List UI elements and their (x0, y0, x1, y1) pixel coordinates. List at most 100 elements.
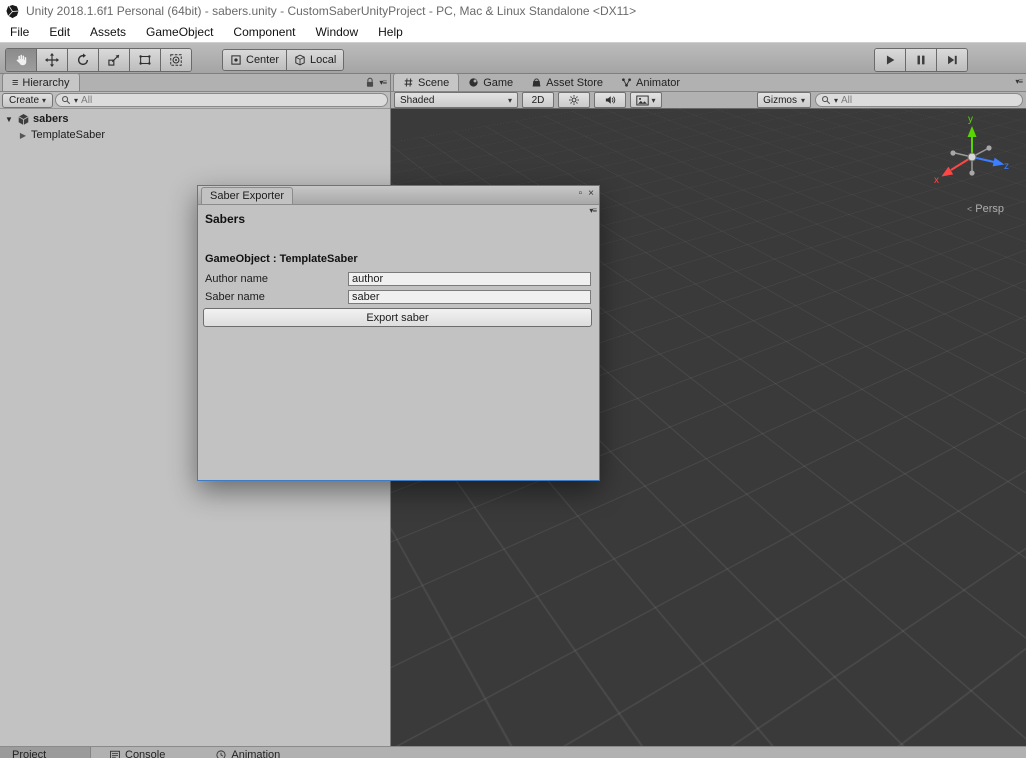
lock-icon[interactable] (365, 77, 375, 88)
menu-edit[interactable]: Edit (39, 22, 80, 42)
menu-assets[interactable]: Assets (80, 22, 136, 42)
effects-dropdown[interactable]: ▾ (630, 92, 662, 108)
game-tab-icon (468, 77, 479, 88)
scene-search-input[interactable]: ▾ All (815, 93, 1023, 107)
scene-name-label: sabers (33, 113, 68, 125)
axis-z-label: z (1004, 161, 1009, 172)
hierarchy-item-scene[interactable]: ▼ sabers (0, 111, 390, 127)
animator-tab[interactable]: Animator (612, 74, 689, 91)
move-tool-button[interactable] (37, 49, 68, 71)
console-icon (109, 749, 121, 758)
rect-icon (138, 53, 152, 67)
lighting-toggle-button[interactable] (558, 92, 590, 108)
scene-tab-icon (403, 77, 414, 88)
create-button-label: Create (9, 95, 39, 106)
panel-menu-icon[interactable]: ▾≡ (1015, 77, 1022, 86)
author-name-input[interactable] (348, 272, 591, 286)
pivot-center-button[interactable]: Center (223, 50, 287, 70)
menu-file[interactable]: File (0, 22, 39, 42)
window-close-button[interactable]: × (588, 188, 594, 199)
rect-tool-button[interactable] (130, 49, 161, 71)
transform-tool-button[interactable] (161, 49, 191, 71)
menu-help[interactable]: Help (368, 22, 413, 42)
orientation-gizmo[interactable]: y x z (924, 113, 1020, 197)
caret-down-icon: ▾ (834, 96, 838, 105)
projection-toggle[interactable]: < Persp (967, 203, 1004, 215)
hierarchy-item-templatesaber[interactable]: ▶ TemplateSaber (0, 127, 390, 143)
animation-tab-label: Animation (231, 749, 280, 758)
panel-menu-icon[interactable]: ▾≡ (379, 78, 386, 87)
axis-x-label: x (934, 175, 939, 186)
gizmo-y-axis[interactable] (968, 126, 977, 157)
bottom-tab-strip: Project Console Animation (0, 746, 1026, 758)
animation-tab[interactable]: Animation (203, 747, 292, 758)
sun-icon (568, 94, 580, 106)
scene-asset-icon (17, 113, 30, 126)
saber-exporter-titlebar[interactable]: Saber Exporter ▫ × (198, 186, 599, 205)
sabers-heading: Sabers (205, 212, 245, 226)
search-placeholder: All (81, 95, 92, 106)
caret-down-icon: ▾ (508, 96, 512, 105)
2d-toggle-button[interactable]: 2D (522, 92, 554, 108)
asset-store-tab[interactable]: Asset Store (522, 74, 612, 91)
console-tab-label: Console (125, 749, 165, 758)
hierarchy-search-input[interactable]: ▾ All (55, 93, 388, 107)
animator-tab-icon (621, 77, 632, 88)
foldout-closed-icon[interactable]: ▶ (18, 131, 28, 140)
2d-toggle-label: 2D (532, 95, 545, 106)
unity-logo-icon (5, 4, 20, 19)
saber-name-input[interactable] (348, 290, 591, 304)
search-placeholder: All (841, 95, 852, 106)
window-maximize-button[interactable]: ▫ (579, 188, 583, 199)
caret-down-icon: ▾ (74, 96, 78, 105)
caret-down-icon: ▾ (651, 96, 655, 105)
saber-exporter-tab[interactable]: Saber Exporter (201, 187, 293, 204)
gizmos-dropdown[interactable]: Gizmos ▾ (757, 92, 811, 108)
scene-tab[interactable]: Scene (393, 73, 459, 91)
hierarchy-tab-label: Hierarchy (22, 77, 69, 89)
pause-button[interactable] (906, 49, 937, 71)
local-cube-icon (294, 54, 306, 66)
export-saber-button[interactable]: Export saber (203, 308, 592, 327)
step-icon (945, 53, 959, 67)
console-tab[interactable]: Console (97, 747, 177, 758)
hierarchy-tabbar: ≡ Hierarchy ▾≡ (0, 74, 390, 92)
main-toolbar: Center Local (0, 42, 1026, 74)
search-icon (61, 95, 71, 105)
menu-gameobject[interactable]: GameObject (136, 22, 223, 42)
panel-menu-icon[interactable]: ▾≡ (589, 206, 596, 215)
shading-mode-dropdown[interactable]: Shaded ▾ (394, 92, 518, 108)
play-icon (883, 53, 897, 67)
scene-view-toolbar: Shaded ▾ 2D (391, 92, 1026, 109)
speaker-icon (604, 94, 616, 106)
effects-image-icon (636, 95, 649, 106)
menu-window[interactable]: Window (305, 22, 368, 42)
scale-tool-button[interactable] (99, 49, 130, 71)
unity-editor-window: Unity 2018.1.6f1 Personal (64bit) - sabe… (0, 0, 1026, 758)
hand-icon (14, 53, 28, 67)
gizmo-x-axis[interactable] (939, 157, 972, 180)
playmode-group (874, 48, 968, 72)
caret-down-icon: ▾ (801, 96, 805, 105)
foldout-open-icon[interactable]: ▼ (4, 115, 14, 124)
gizmo-z-axis[interactable] (972, 157, 1005, 169)
hierarchy-tab[interactable]: ≡ Hierarchy (2, 73, 80, 91)
audio-toggle-button[interactable] (594, 92, 626, 108)
step-button[interactable] (937, 49, 967, 71)
window-title: Unity 2018.1.6f1 Personal (64bit) - sabe… (26, 4, 636, 18)
create-button[interactable]: Create ▾ (2, 93, 53, 108)
handle-local-button[interactable]: Local (287, 50, 343, 70)
rotate-tool-button[interactable] (68, 49, 99, 71)
asset-store-tab-label: Asset Store (546, 77, 603, 89)
scale-icon (107, 53, 121, 67)
move-icon (45, 53, 59, 67)
project-tab[interactable]: Project (0, 747, 91, 758)
gizmo-center-cube[interactable] (968, 153, 976, 161)
menu-component[interactable]: Component (223, 22, 305, 42)
animator-tab-label: Animator (636, 77, 680, 89)
hand-tool-button[interactable] (6, 49, 37, 71)
axis-y-label: y (968, 114, 973, 125)
play-button[interactable] (875, 49, 906, 71)
game-tab[interactable]: Game (459, 74, 522, 91)
search-icon (821, 95, 831, 105)
